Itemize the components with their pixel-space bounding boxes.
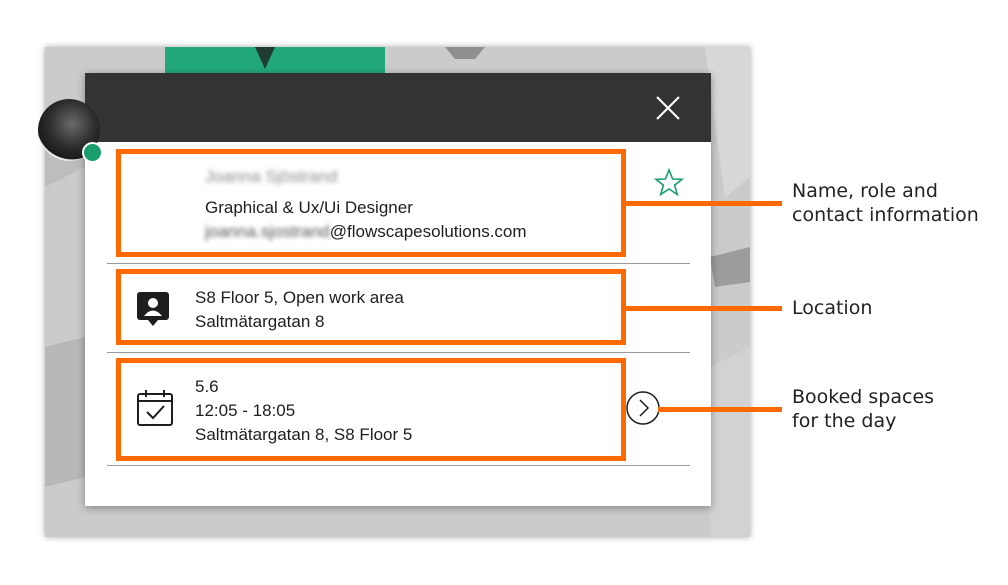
divider	[107, 352, 690, 353]
annotation-line-name	[626, 201, 782, 206]
annotation-label-name: Name, role and contact information	[792, 180, 979, 226]
annotation-line-location	[626, 306, 782, 311]
annotation-box-booking	[116, 358, 626, 461]
close-icon[interactable]	[653, 93, 683, 123]
annotation-box-location	[116, 269, 626, 345]
annotation-box-name	[116, 149, 626, 257]
divider	[107, 465, 690, 466]
chevron-right-icon[interactable]	[624, 389, 662, 427]
annotation-line-booking	[658, 407, 782, 412]
favorite-star-icon[interactable]	[653, 167, 685, 199]
online-status-indicator	[82, 142, 103, 163]
annotation-label-location: Location	[792, 297, 873, 319]
divider	[107, 263, 690, 264]
annotation-label-booked: Booked spaces for the day	[792, 386, 935, 432]
popup-header	[85, 73, 711, 142]
